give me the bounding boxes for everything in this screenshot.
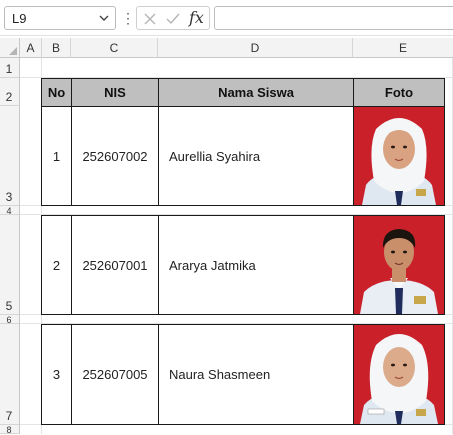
- cell-no[interactable]: 2: [41, 215, 72, 315]
- row-header-8[interactable]: 8: [0, 425, 20, 435]
- header-nis[interactable]: NIS: [71, 78, 159, 107]
- column-header-a[interactable]: A: [20, 38, 42, 58]
- column-header-c[interactable]: C: [71, 38, 158, 58]
- header-foto[interactable]: Foto: [353, 78, 445, 107]
- row-header-5[interactable]: 5: [0, 215, 20, 315]
- column-header-e[interactable]: E: [353, 38, 453, 58]
- cell-nama-siswa[interactable]: Ararya Jatmika: [158, 215, 354, 315]
- cell-nis[interactable]: 252607005: [71, 324, 159, 425]
- row-header-2[interactable]: 2: [0, 78, 20, 106]
- cell-nama-siswa[interactable]: Naura Shasmeen: [158, 324, 354, 425]
- cell-no[interactable]: 1: [41, 106, 72, 206]
- chevron-down-icon[interactable]: [97, 11, 111, 25]
- header-nama-siswa[interactable]: Nama Siswa: [158, 78, 354, 107]
- select-all-corner[interactable]: [0, 38, 20, 58]
- cell-nis[interactable]: 252607002: [71, 106, 159, 206]
- header-no[interactable]: No: [41, 78, 72, 107]
- formula-buttons: fx: [136, 6, 210, 30]
- cell-foto[interactable]: [353, 215, 445, 315]
- cell-foto[interactable]: [353, 324, 445, 425]
- name-box-value: L9: [12, 11, 27, 26]
- more-options-icon[interactable]: ⋮: [121, 9, 135, 27]
- cell-nis[interactable]: 252607001: [71, 215, 159, 315]
- cell-foto[interactable]: [353, 106, 445, 206]
- row-header-4[interactable]: 4: [0, 206, 20, 216]
- cell-nama-siswa[interactable]: Aurellia Syahira: [158, 106, 354, 206]
- student-photo-boy[interactable]: [354, 216, 444, 314]
- student-photo-girl-hijab[interactable]: [354, 325, 444, 424]
- row-header-3[interactable]: 3: [0, 106, 20, 206]
- column-header-d[interactable]: D: [158, 38, 353, 58]
- row-header-7[interactable]: 7: [0, 324, 20, 425]
- row-header-1[interactable]: 1: [0, 58, 20, 78]
- name-box[interactable]: L9: [4, 6, 116, 30]
- enter-icon[interactable]: [164, 10, 182, 28]
- formula-input[interactable]: [214, 6, 453, 30]
- student-photo-girl-hijab[interactable]: [354, 107, 444, 205]
- cancel-icon[interactable]: [141, 10, 159, 28]
- row-header-6[interactable]: 6: [0, 315, 20, 325]
- fx-icon[interactable]: fx: [189, 8, 207, 27]
- cell-no[interactable]: 3: [41, 324, 72, 425]
- column-header-b[interactable]: B: [42, 38, 71, 58]
